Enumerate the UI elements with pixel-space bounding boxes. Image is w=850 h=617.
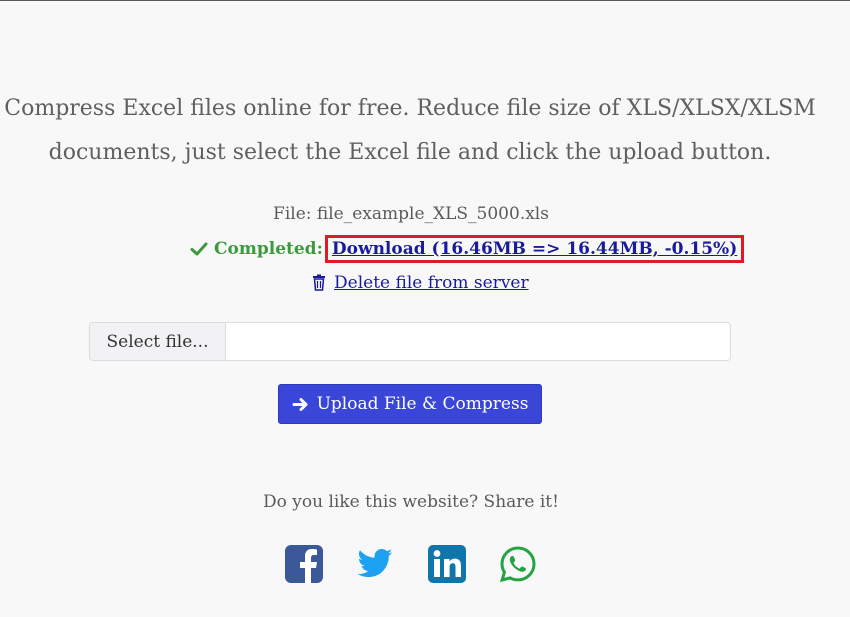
file-picker[interactable]: Select file... bbox=[89, 322, 731, 361]
intro-line-2: documents, just select the Excel file an… bbox=[48, 140, 772, 165]
intro-line-1: Compress Excel files online for free. Re… bbox=[4, 96, 816, 121]
twitter-icon[interactable] bbox=[356, 545, 394, 583]
delete-file-row[interactable]: Delete file from server bbox=[312, 273, 529, 293]
facebook-icon[interactable] bbox=[285, 545, 323, 583]
share-prompt: Do you like this website? Share it! bbox=[263, 492, 559, 512]
completed-label: Completed: bbox=[214, 239, 323, 259]
linkedin-icon[interactable] bbox=[428, 545, 466, 583]
delete-file-link[interactable]: Delete file from server bbox=[334, 273, 529, 293]
file-name-label: File: file_example_XLS_5000.xls bbox=[273, 204, 549, 224]
file-path-field[interactable] bbox=[226, 323, 730, 360]
download-link[interactable]: Download (16.46MB => 16.44MB, -0.15%) bbox=[332, 239, 737, 259]
intro-text: Compress Excel files online for free. Re… bbox=[0, 87, 820, 175]
trash-icon bbox=[312, 274, 328, 292]
check-icon bbox=[190, 239, 210, 259]
upload-compress-button[interactable]: Upload File & Compress bbox=[278, 384, 542, 424]
arrow-right-icon bbox=[292, 396, 309, 413]
status-line: Completed: Download (16.46MB => 16.44MB,… bbox=[190, 235, 745, 263]
whatsapp-icon[interactable] bbox=[499, 545, 537, 583]
select-file-button[interactable]: Select file... bbox=[90, 323, 226, 360]
upload-button-label: Upload File & Compress bbox=[316, 394, 529, 414]
download-highlight: Download (16.46MB => 16.44MB, -0.15%) bbox=[324, 235, 745, 263]
